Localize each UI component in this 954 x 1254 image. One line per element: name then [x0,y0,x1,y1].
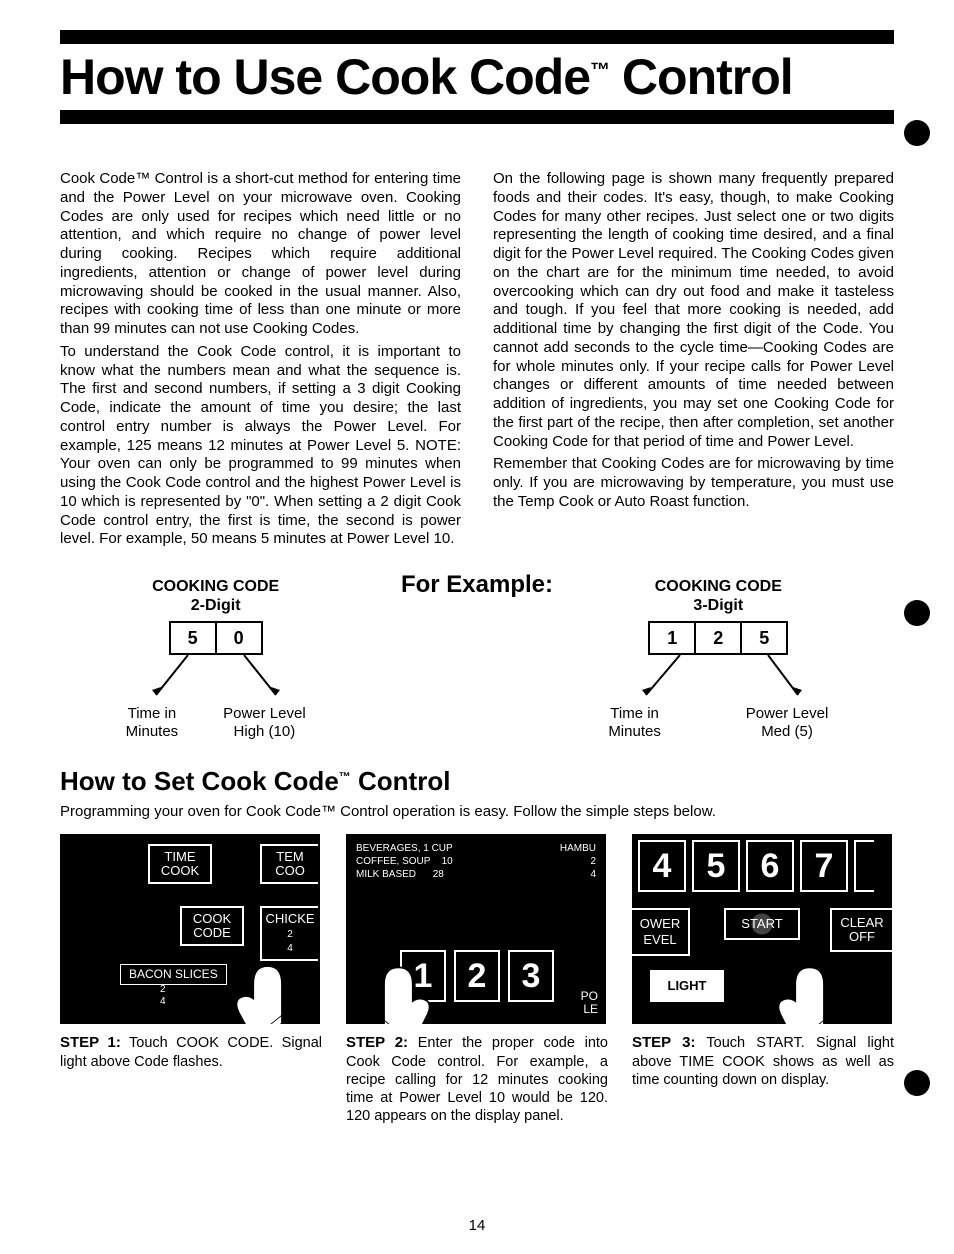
body-columns: Cook Code™ Control is a short-cut method… [60,170,894,553]
body-paragraph: To understand the Cook Code control, it … [60,343,461,549]
pl-line: EVEL [643,932,676,947]
code-label-time: Time in Minutes [126,705,179,740]
page-number: 14 [0,1217,954,1234]
keypad-digit: 5 [692,840,740,892]
trademark-symbol: ™ [339,769,351,783]
panel-header: BEVERAGES, 1 CUP HAMBU COFFEE, SOUP 10 2 M… [346,834,606,889]
light-button: LIGHT [650,970,724,1002]
chicken-label: CHICKE [265,911,314,926]
title-suffix: Control [609,49,793,105]
header-item: BEVERAGES, 1 CUP [356,842,453,855]
power-level-partial: PO LE [581,990,598,1016]
step-3: 4 5 6 7 OWER EVEL START CLEAR OFF LIGHT [632,834,894,1125]
cook-code-button: COOK CODE [180,906,244,947]
title-top-rule [60,30,894,44]
keypad-digit: 6 [746,840,794,892]
code-boxes: 5 0 [169,621,263,655]
code-boxes: 1 2 5 [648,621,788,655]
cc-head-line: COOKING CODE [655,578,782,595]
title-prefix: How to Use Cook Code [60,49,590,105]
header-item: COFFEE, SOUP [356,856,430,867]
chicken-button: CHICKE 2 4 [260,906,318,961]
cc-head-line: 2-Digit [191,597,241,614]
subsection-heading: How to Set Cook Code™ Control [60,766,894,797]
keypad-digit: 1 [400,950,446,1002]
keypad-digit: 2 [454,950,500,1002]
header-item: HAMBU [560,842,596,855]
header-item: 28 [433,869,444,880]
po-line: LE [583,1002,598,1016]
cc-head-line: COOKING CODE [152,578,279,595]
cooking-code-2digit: COOKING CODE 2-Digit 5 0 Time in Minutes… [126,577,306,740]
tiny-num: 4 [287,943,293,954]
page-title: How to Use Cook Code™ Control [60,48,894,106]
hole-punch-icon [904,1070,930,1096]
keypad-digit-partial [854,840,874,892]
tiny-num: 4 [160,996,166,1009]
pl-line: OWER [640,916,680,931]
step-2: BEVERAGES, 1 CUP HAMBU COFFEE, SOUP 10 2 M… [346,834,608,1125]
step-label: STEP 3: [632,1034,696,1051]
code-digit: 0 [217,623,261,653]
code-label-power: Power Level Med (5) [746,705,829,740]
code-digit: 2 [696,623,742,653]
power-level-button: OWER EVEL [632,908,690,957]
body-paragraph: Remember that Cooking Codes are for micr… [493,455,894,511]
keypad-digit: 4 [638,840,686,892]
po-line: PO [581,989,598,1003]
header-item: 2 [590,855,596,868]
code-digit: 1 [650,623,696,653]
body-paragraph: Cook Code™ Control is a short-cut method… [60,170,461,339]
tiny-num: 2 [287,929,293,940]
step-label: STEP 2: [346,1034,408,1051]
clear-line: OFF [849,929,875,944]
sub-suffix: Control [351,766,451,796]
trademark-symbol: ™ [590,59,609,81]
tiny-num: 2 [160,984,166,997]
step-label: STEP 1: [60,1034,121,1051]
sub-instruction: Programming your oven for Cook Code™ Con… [60,803,894,820]
keypad-digit: 7 [800,840,848,892]
clear-line: CLEAR [840,915,883,930]
control-panel-illustration: BEVERAGES, 1 CUP HAMBU COFFEE, SOUP 10 2 M… [346,834,606,1024]
header-item: MILK BASED [356,869,416,880]
time-cook-button: TIME COOK [148,844,212,885]
keypad-digit: 3 [508,950,554,1002]
code-digit: 5 [171,623,217,653]
code-label-power: Power Level High (10) [223,705,306,740]
control-panel-illustration: TIME COOK TEM COO COOK CODE CHICKE 2 4 B… [60,834,320,1024]
header-item: 4 [590,868,596,881]
code-digit: 5 [742,623,786,653]
code-diagram-lines [608,655,828,705]
code-label-time: Time in Minutes [608,705,661,740]
cc-head-line: 3-Digit [693,597,743,614]
clear-off-button: CLEAR OFF [830,908,892,953]
control-panel-illustration: 4 5 6 7 OWER EVEL START CLEAR OFF LIGHT [632,834,892,1024]
step-1: TIME COOK TEM COO COOK CODE CHICKE 2 4 B… [60,834,322,1125]
cooking-code-3digit: COOKING CODE 3-Digit 1 2 5 Time in Minut… [608,577,828,740]
hole-punch-icon [904,600,930,626]
code-diagram-lines [126,655,306,705]
header-item: 10 [442,856,453,867]
start-button: START [724,908,800,940]
title-under-rule [60,110,894,124]
temp-cook-button: TEM COO [260,844,318,885]
bacon-slices-label: BACON SLICES [120,964,227,985]
sub-prefix: How to Set Cook Code [60,766,339,796]
body-paragraph: On the following page is shown many freq… [493,170,894,451]
hole-punch-icon [904,120,930,146]
